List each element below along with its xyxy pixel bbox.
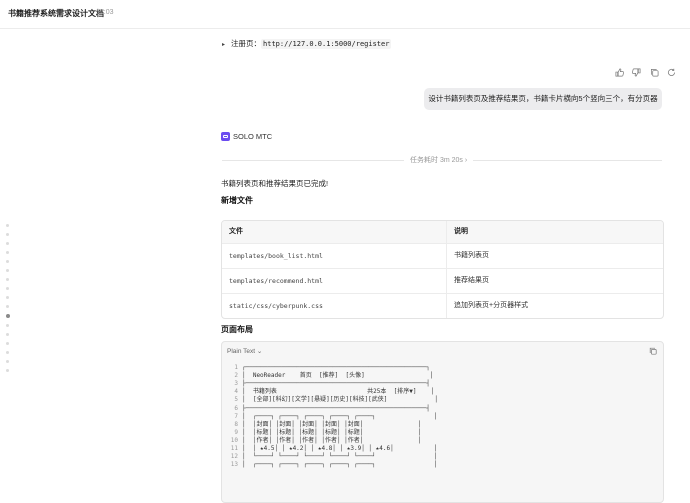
nav-dot[interactable] <box>6 351 9 354</box>
nav-dot[interactable] <box>6 224 9 227</box>
nav-dot[interactable] <box>6 260 9 263</box>
line-number: 5 <box>234 396 238 404</box>
new-files-heading: 新增文件 <box>221 196 253 205</box>
line-number: 1 <box>234 364 238 371</box>
nav-dot-active[interactable] <box>5 314 10 318</box>
code-line: │ NeoReader 首页 [推荐] [头像] │ <box>242 372 434 380</box>
nav-dot[interactable] <box>6 269 9 272</box>
file-path-cell: templates/book_list.html <box>222 244 447 268</box>
line-number: 9 <box>234 428 238 436</box>
user-message-bubble: 设计书籍列表页及推荐结果页，书籍卡片横向5个竖向三个，有分页器 <box>424 88 662 110</box>
refresh-icon[interactable] <box>667 68 676 77</box>
nav-dot[interactable] <box>6 251 9 254</box>
code-line: │ ┌────┐ ┌────┐ ┌────┐ ┌────┐ ┌────┐ │ <box>242 412 438 420</box>
line-number: 11 <box>230 445 238 452</box>
agent-header: SOLO MTC <box>221 132 272 141</box>
register-url[interactable]: http://127.0.0.1:5000/register <box>261 39 392 49</box>
copy-code-icon[interactable] <box>649 347 657 357</box>
nav-dot[interactable] <box>6 242 9 245</box>
line-number: 3 <box>234 380 238 388</box>
file-path-cell: templates/recommend.html <box>222 269 447 293</box>
page-layout-heading: 页面布局 <box>221 325 253 334</box>
description-cell: 追加列表页+分页器样式 <box>454 302 529 309</box>
description-cell: 推荐结果页 <box>454 277 489 284</box>
column-header-file: 文件 <box>222 221 447 243</box>
top-bar: 书籍推荐系统需求设计文档 12:03 <box>0 0 690 29</box>
code-line: ├───────────────────────────────────────… <box>242 404 430 412</box>
thumb-down-icon[interactable] <box>632 68 641 77</box>
table-row: templates/book_list.html 书籍列表页 <box>222 243 663 268</box>
line-number: 8 <box>234 420 238 428</box>
line-number: 12 <box>230 453 238 461</box>
code-line: │ [全部][科幻][文学][悬疑][历史][科技][武侠] │ <box>242 396 438 404</box>
code-line: │ └────┘ └────┘ └────┘ └────┘ └────┘ │ <box>242 453 438 461</box>
agent-name: SOLO MTC <box>233 132 273 141</box>
code-block-header: Plain Text ⌄ <box>222 342 663 360</box>
file-path-cell: static/css/cyberpunk.css <box>222 294 447 318</box>
nav-dot[interactable] <box>6 342 9 345</box>
nav-dot[interactable] <box>6 324 9 327</box>
timestamp: 12:03 <box>96 9 114 16</box>
language-selector[interactable]: Plain Text ⌄ <box>227 347 262 355</box>
table-row: static/css/cyberpunk.css 追加列表页+分页器样式 <box>222 293 663 318</box>
column-header-description: 说明 <box>454 228 468 235</box>
code-line: ┌───────────────────────────────────────… <box>242 364 430 371</box>
nav-dot[interactable] <box>6 333 9 336</box>
code-line: │ │封面│ │封面│ │封面│ │封面│ │封面│ │ <box>242 420 422 428</box>
table-row: templates/recommend.html 推荐结果页 <box>222 268 663 293</box>
line-number: 7 <box>234 412 238 420</box>
thumb-up-icon[interactable] <box>615 68 624 77</box>
code-line: │ │标题│ │标题│ │标题│ │标题│ │标题│ │ <box>242 428 422 436</box>
nav-dot[interactable] <box>6 360 9 363</box>
nav-dot[interactable] <box>6 233 9 236</box>
files-table: 文件 说明 templates/book_list.html 书籍列表页 tem… <box>221 220 664 319</box>
code-line: │ │作者│ │作者│ │作者│ │作者│ │作者│ │ <box>242 436 422 444</box>
line-number: 2 <box>234 372 238 380</box>
code-line: │ │ ★4.5│ │ ★4.2│ │ ★4.8│ │ ★3.9│ │ ★4.6… <box>242 445 438 452</box>
register-page-item: ▸ 注册页： http://127.0.0.1:5000/register <box>222 38 392 49</box>
register-label: 注册页： <box>231 39 262 48</box>
elapsed-time-toggle[interactable]: 任务耗时 3m 20s › <box>404 155 474 165</box>
line-number: 10 <box>230 436 238 444</box>
nav-dot[interactable] <box>6 296 9 299</box>
nav-dot[interactable] <box>6 287 9 290</box>
agent-logo-icon <box>221 132 230 141</box>
line-number: 6 <box>234 404 238 412</box>
description-cell: 书籍列表页 <box>454 252 489 259</box>
bullet-icon: ▸ <box>222 42 226 48</box>
completion-message: 书籍列表页和推荐结果页已完成! <box>221 179 329 188</box>
nav-dot[interactable] <box>6 305 9 308</box>
copy-icon[interactable] <box>650 68 659 77</box>
code-block: Plain Text ⌄ 1 ┌─────────────────────────… <box>221 341 664 503</box>
nav-dot[interactable] <box>6 369 9 372</box>
table-header-row: 文件 说明 <box>222 221 663 243</box>
nav-dot[interactable] <box>6 278 9 281</box>
document-title: 书籍推荐系统需求设计文档 <box>8 9 104 18</box>
code-line: │ ┌────┐ ┌────┐ ┌────┐ ┌────┐ ┌────┐ │ <box>242 461 438 469</box>
line-number: 4 <box>234 388 238 396</box>
message-actions <box>615 64 680 82</box>
line-number: 13 <box>230 461 238 469</box>
message-navigation-rail[interactable] <box>5 224 10 378</box>
